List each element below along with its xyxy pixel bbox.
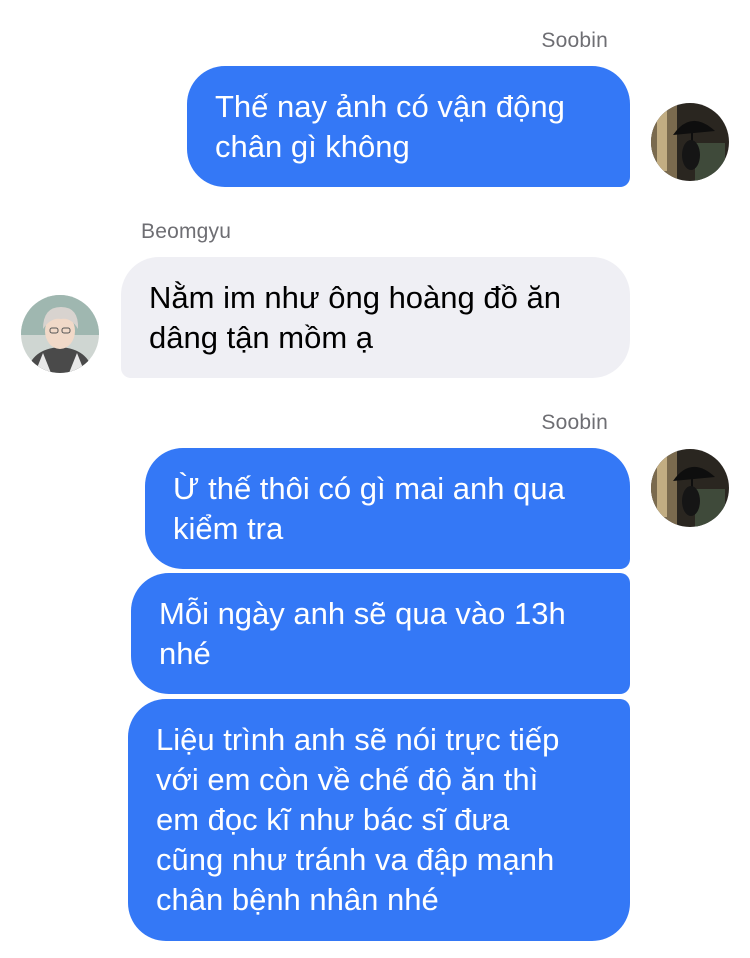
avatar-soobin-image bbox=[651, 449, 729, 527]
sender-name-beomgyu: Beomgyu bbox=[141, 220, 232, 243]
message-bubble-outgoing[interactable]: Thế nay ảnh có vận động chân gì không bbox=[187, 66, 630, 187]
message-bubble-outgoing[interactable]: Mỗi ngày anh sẽ qua vào 13h nhé bbox=[131, 573, 630, 694]
message-bubble-incoming[interactable]: Nằm im như ông hoàng đồ ăn dâng tận mồm … bbox=[121, 257, 630, 378]
avatar-beomgyu-image bbox=[21, 295, 99, 373]
sender-name-soobin: Soobin bbox=[541, 411, 608, 434]
message-bubble-outgoing[interactable]: Liệu trình anh sẽ nói trực tiếp với em c… bbox=[128, 699, 630, 941]
avatar-soobin-image bbox=[651, 103, 729, 181]
avatar-beomgyu[interactable] bbox=[21, 295, 99, 373]
avatar-soobin[interactable] bbox=[651, 103, 729, 181]
avatar-soobin[interactable] bbox=[651, 449, 729, 527]
sender-name-soobin: Soobin bbox=[541, 29, 608, 52]
message-bubble-outgoing[interactable]: Ừ thế thôi có gì mai anh qua kiểm tra bbox=[145, 448, 630, 569]
